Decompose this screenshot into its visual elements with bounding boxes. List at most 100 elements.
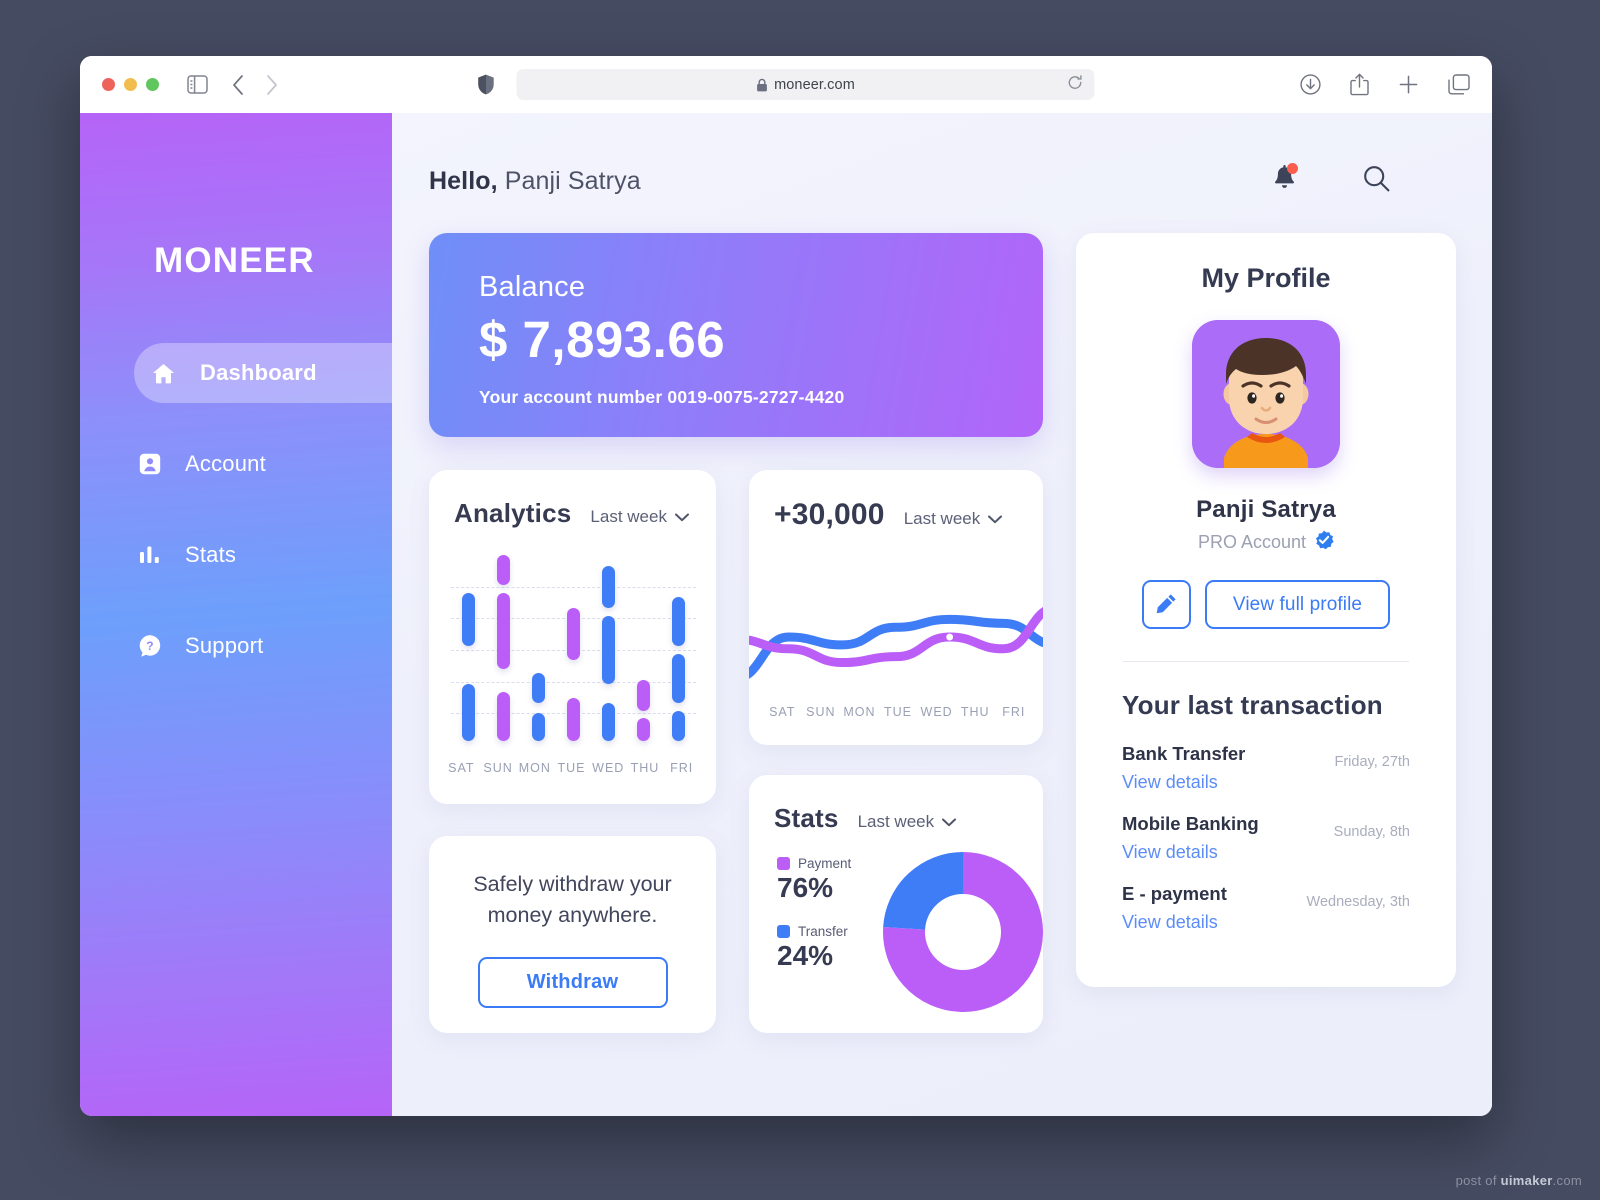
balance-card: Balance $ 7,893.66 Your account number 0… (429, 233, 1043, 437)
watermark-prefix: post of (1455, 1173, 1501, 1188)
analytics-x-axis: SAT SUN MON TUE WED THU FRI (443, 761, 700, 775)
analytics-bar-segment (602, 566, 615, 609)
withdraw-button[interactable]: Withdraw (477, 957, 668, 1009)
sidebar-item-label: Account (185, 451, 266, 476)
legend-swatch (777, 925, 790, 938)
search-button[interactable] (1363, 165, 1390, 197)
chevron-down-icon (942, 818, 957, 827)
withdraw-card: Safely withdraw your money anywhere. Wit… (429, 836, 716, 1033)
analytics-title: Analytics (454, 498, 572, 528)
transaction-name: Mobile Banking (1122, 813, 1259, 834)
nav-buttons (232, 74, 278, 95)
forward-arrow-icon[interactable] (266, 74, 278, 95)
analytics-bar-segment (497, 593, 510, 669)
home-icon (148, 362, 178, 385)
growth-plot (749, 578, 1043, 696)
page-title: Hello, Panji Satrya (429, 167, 641, 196)
stats-legend: Payment 76% Transfer 24% (777, 856, 879, 1017)
reload-icon[interactable] (1068, 74, 1083, 95)
brand-logo: MONEER (154, 241, 315, 280)
sidebar-item-stats[interactable]: Stats (80, 525, 392, 585)
transaction-info: E - payment View details (1122, 883, 1307, 933)
stats-period-label: Last week (857, 812, 935, 831)
edit-profile-button[interactable] (1141, 580, 1191, 629)
axis-tick-label: SAT (769, 705, 796, 719)
close-window-button[interactable] (102, 78, 115, 91)
stats-period-select[interactable]: Last week (858, 812, 957, 832)
analytics-bar-segment (602, 703, 615, 742)
sidebar-item-label: Dashboard (200, 360, 317, 385)
download-icon[interactable] (1300, 74, 1321, 95)
address-bar-area: moneer.com (478, 69, 1095, 100)
right-column: My Profile Panji Satrya PRO Account View… (1076, 233, 1456, 987)
transaction-name: Bank Transfer (1122, 743, 1246, 764)
analytics-bar-segment (637, 680, 650, 711)
stats-title: Stats (774, 803, 839, 833)
analytics-period-label: Last week (590, 507, 667, 526)
view-details-link[interactable]: View details (1122, 842, 1334, 863)
stats-card: Stats Last week Payment 76% Transfer 24% (749, 775, 1043, 1033)
notifications-button[interactable] (1272, 162, 1298, 198)
stats-body: Payment 76% Transfer 24% (749, 834, 1043, 1017)
transaction-row: Mobile Banking View details Sunday, 8th (1122, 813, 1410, 863)
user-icon (135, 453, 165, 475)
growth-value: +30,000 (774, 498, 885, 531)
analytics-period-select[interactable]: Last week (590, 507, 689, 527)
gridline (451, 681, 696, 683)
back-arrow-icon[interactable] (232, 74, 244, 95)
profile-actions: View full profile (1076, 580, 1456, 629)
transfer-percent: 24% (777, 940, 834, 971)
analytics-bar-segment (462, 684, 475, 742)
sidebar-item-support[interactable]: ? Support (80, 616, 392, 676)
profile-name: Panji Satrya (1196, 496, 1336, 523)
sidebar-item-dashboard[interactable]: Dashboard (134, 343, 392, 403)
analytics-card: Analytics Last week SAT SUN MON TUE WED … (429, 470, 716, 804)
share-icon[interactable] (1350, 73, 1369, 96)
sidebar-toggle-icon[interactable] (187, 75, 208, 94)
axis-tick-label: TUE (884, 705, 913, 719)
legend-item-transfer: Transfer (777, 924, 879, 939)
axis-tick-label: MON (518, 761, 551, 775)
sidebar-item-account[interactable]: Account (80, 434, 392, 494)
page-header: Hello, Panji Satrya (429, 153, 1444, 209)
view-details-link[interactable]: View details (1122, 912, 1307, 933)
maximize-window-button[interactable] (146, 78, 159, 91)
growth-header: +30,000 Last week (749, 470, 1043, 532)
plus-icon[interactable] (1398, 74, 1419, 95)
shield-icon[interactable] (478, 74, 495, 95)
analytics-bar-segment (532, 672, 545, 704)
stats-header: Stats Last week (749, 775, 1043, 834)
analytics-bar-segment (497, 555, 510, 586)
legend-swatch (777, 857, 790, 870)
profile-account-type: PRO Account (1076, 530, 1456, 555)
balance-amount: $ 7,893.66 (479, 311, 726, 368)
axis-tick-label: SUN (806, 705, 836, 719)
growth-period-select[interactable]: Last week (904, 509, 1003, 529)
url-text: moneer.com (774, 76, 855, 93)
legend-label: Payment (798, 856, 852, 871)
analytics-column: Analytics Last week SAT SUN MON TUE WED … (429, 470, 716, 1033)
growth-column: +30,000 Last week SAT SUN MON TUE WED TH… (749, 470, 1043, 1033)
app-root: MONEER Dashboard Account Stats ? Support… (80, 113, 1492, 1116)
analytics-bar-segment (672, 710, 685, 742)
donut-chart (883, 852, 1043, 1017)
analytics-header: Analytics Last week (429, 470, 716, 529)
view-full-profile-button[interactable]: View full profile (1204, 580, 1391, 629)
view-details-link[interactable]: View details (1122, 772, 1335, 793)
analytics-bar-segment (672, 653, 685, 704)
tabs-icon[interactable] (1448, 74, 1470, 95)
search-icon (1363, 166, 1390, 196)
chevron-down-icon (674, 513, 689, 522)
greeting-text: Hello, (429, 166, 498, 195)
axis-tick-label: THU (960, 705, 990, 719)
minimize-window-button[interactable] (124, 78, 137, 91)
header-actions (1272, 162, 1444, 198)
axis-tick-label: TUE (557, 761, 586, 775)
transactions-list: Bank Transfer View details Friday, 27th Mob… (1076, 721, 1456, 933)
pencil-icon (1156, 593, 1177, 617)
axis-tick-label: MON (843, 705, 876, 719)
transaction-row: Bank Transfer View details Friday, 27th (1122, 743, 1410, 793)
account-number: Your account number 0019-0075-2727-4420 (479, 387, 845, 407)
url-input[interactable]: moneer.com (516, 69, 1095, 100)
browser-toolbar: moneer.com (80, 56, 1492, 113)
